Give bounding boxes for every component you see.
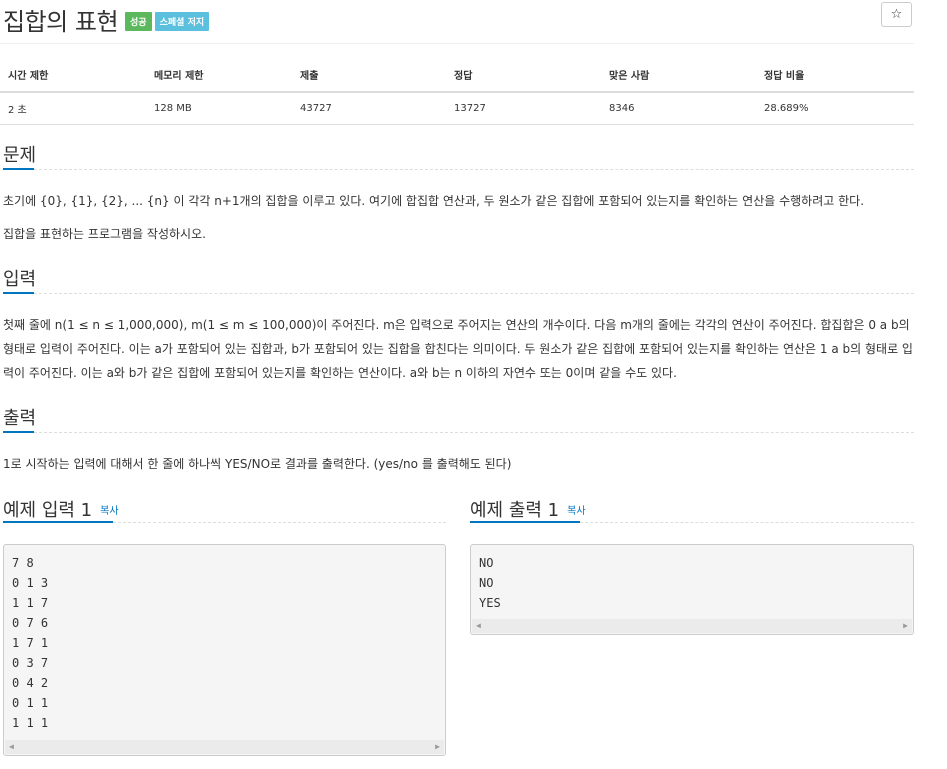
input-description: 첫째 줄에 n(1 ≤ n ≤ 1,000,000), m(1 ≤ m ≤ 10… [3, 318, 913, 380]
input-heading-underline [3, 292, 34, 294]
divider [0, 43, 914, 44]
problem-header: 집합의 표현 성공 스페셜 저지 [3, 4, 210, 36]
horizontal-scrollbar[interactable]: ◀ ▶ [472, 619, 912, 633]
table-header-row: 시간 제한 메모리 제한 제출 정답 맞은 사람 정답 비율 [0, 58, 914, 93]
time-limit-value: 2 초 [0, 92, 146, 125]
ratio-value: 28.689% [756, 92, 914, 125]
sample-input-box[interactable]: 7 8 0 1 3 1 1 7 0 7 6 1 7 1 0 3 7 0 4 2 … [3, 544, 446, 756]
sample-input-line: 1 1 1 [12, 716, 49, 730]
column-header-memory-limit: 메모리 제한 [146, 58, 292, 93]
status-badge-special-judge: 스페셜 저지 [154, 11, 210, 31]
divider [34, 169, 914, 170]
output-heading-underline [3, 431, 34, 433]
column-header-accepted: 정답 [446, 58, 601, 93]
sample-output-box[interactable]: NO NO YES ◀ ▶ [470, 544, 914, 635]
column-header-submissions: 제출 [292, 58, 446, 93]
sample-input-line: 0 3 7 [12, 656, 49, 670]
column-header-time-limit: 시간 제한 [0, 58, 146, 93]
sample-input-line: 1 7 1 [12, 636, 49, 650]
horizontal-scrollbar[interactable]: ◀ ▶ [5, 740, 444, 754]
divider [34, 432, 914, 433]
sample-input-line: 0 4 2 [12, 676, 49, 690]
scroll-right-icon[interactable]: ▶ [435, 743, 440, 751]
column-header-solved-users: 맞은 사람 [601, 58, 756, 93]
scroll-left-icon[interactable]: ◀ [9, 743, 14, 751]
scroll-left-icon[interactable]: ◀ [476, 622, 481, 630]
star-icon: ☆ [890, 7, 903, 22]
sample-input-line: 0 1 1 [12, 696, 49, 710]
problem-text-line: 집합을 표현하는 프로그램을 작성하시오. [3, 227, 206, 241]
solved-users-value[interactable]: 8346 [601, 92, 756, 125]
submissions-value[interactable]: 43727 [292, 92, 446, 125]
problem-info-table: 시간 제한 메모리 제한 제출 정답 맞은 사람 정답 비율 2 초 128 M… [0, 58, 914, 125]
table-row: 2 초 128 MB 43727 13727 8346 28.689% [0, 92, 914, 125]
output-heading: 출력 [3, 408, 37, 429]
copy-sample-input-link[interactable]: 복사 [100, 506, 118, 517]
problem-text-line: 초기에 {0}, {1}, {2}, ... {n} 이 각각 n+1개의 집합… [3, 194, 865, 208]
sample-input-title: 예제 입력 1 [3, 500, 93, 521]
divider [580, 522, 914, 523]
status-badge-success: 성공 [125, 11, 152, 31]
page-title: 집합의 표현 [3, 7, 119, 36]
sample-input-line: 0 1 3 [12, 576, 49, 590]
accepted-value[interactable]: 13727 [446, 92, 601, 125]
copy-sample-output-link[interactable]: 복사 [567, 506, 585, 517]
sample-input-heading-underline [3, 521, 113, 523]
input-heading: 입력 [3, 269, 37, 290]
output-description: 1로 시작하는 입력에 대해서 한 줄에 하나씩 YES/NO로 결과를 출력한… [3, 457, 512, 471]
sample-input-line: 0 7 6 [12, 616, 49, 630]
sample-output-heading-underline [470, 521, 580, 523]
problem-description: 초기에 {0}, {1}, {2}, ... {n} 이 각각 n+1개의 집합… [3, 189, 913, 246]
divider [113, 522, 446, 523]
sample-output-line: YES [479, 596, 501, 610]
divider [34, 293, 914, 294]
column-header-ratio: 정답 비율 [756, 58, 914, 93]
sample-output-line: NO [479, 556, 494, 570]
sample-output-heading: 예제 출력 1 복사 [470, 496, 586, 522]
sample-input-line: 7 8 [12, 556, 34, 570]
sample-output-line: NO [479, 576, 494, 590]
problem-heading: 문제 [3, 145, 37, 166]
sample-output-title: 예제 출력 1 [470, 500, 560, 521]
sample-input-heading: 예제 입력 1 복사 [3, 496, 119, 522]
favorite-button[interactable]: ☆ [881, 2, 912, 27]
sample-input-line: 1 1 7 [12, 596, 49, 610]
memory-limit-value: 128 MB [146, 92, 292, 125]
scroll-right-icon[interactable]: ▶ [903, 622, 908, 630]
problem-heading-underline [3, 168, 34, 170]
